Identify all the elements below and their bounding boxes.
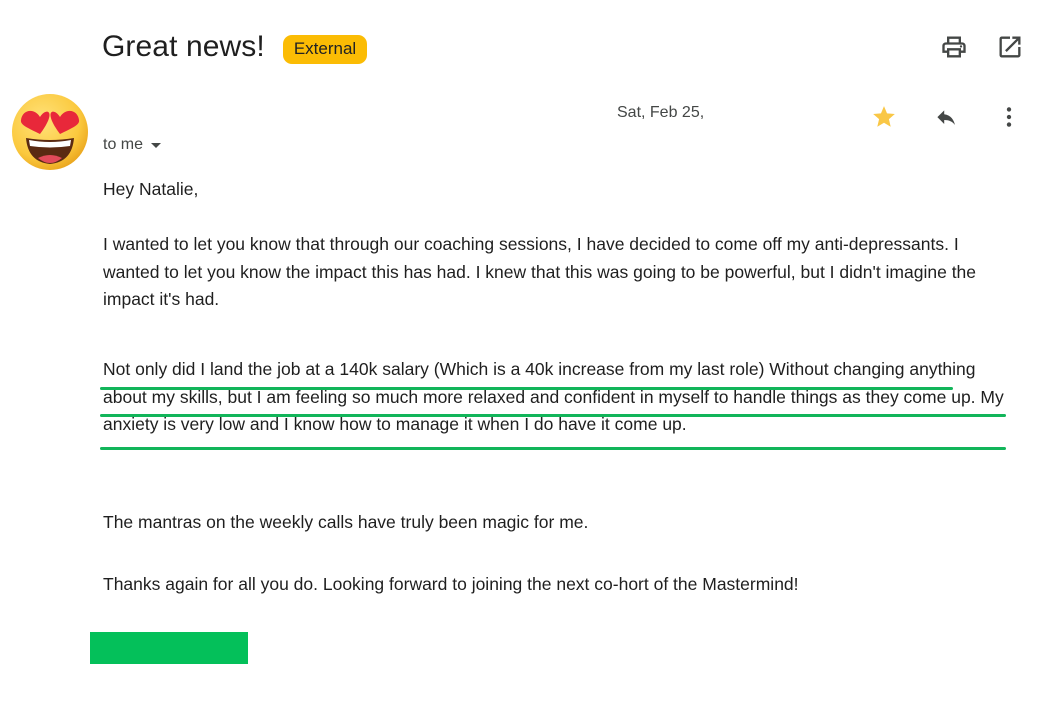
print-icon[interactable] bbox=[940, 33, 968, 61]
highlight-underline bbox=[100, 414, 1006, 417]
email-paragraph-2: Not only did I land the job at a 140k sa… bbox=[103, 359, 1004, 435]
subject-row: Great news! External bbox=[102, 22, 368, 72]
highlight-underline bbox=[100, 447, 1006, 450]
recipient-dropdown[interactable]: to me bbox=[103, 136, 162, 154]
heart-eyes-emoji-icon bbox=[12, 94, 88, 170]
signature-redaction-block bbox=[90, 632, 248, 664]
email-subject: Great news! bbox=[102, 30, 265, 63]
email-paragraph-1: I wanted to let you know that through ou… bbox=[103, 234, 977, 310]
reply-icon[interactable] bbox=[931, 102, 961, 132]
caret-down-icon bbox=[151, 142, 162, 148]
recipient-label: to me bbox=[103, 136, 144, 153]
email-greeting: Hey Natalie, bbox=[103, 179, 199, 199]
star-icon[interactable] bbox=[869, 102, 899, 132]
highlight-underline bbox=[100, 387, 953, 390]
more-vert-icon[interactable] bbox=[994, 102, 1024, 132]
email-date: Sat, Feb 25, bbox=[617, 104, 705, 121]
email-paragraph-3: The mantras on the weekly calls have tru… bbox=[103, 512, 589, 532]
sender-avatar bbox=[10, 92, 90, 172]
email-paragraph-4: Thanks again for all you do. Looking for… bbox=[103, 574, 799, 594]
open-in-new-window-icon[interactable] bbox=[996, 33, 1024, 61]
external-badge[interactable]: External bbox=[282, 34, 368, 64]
